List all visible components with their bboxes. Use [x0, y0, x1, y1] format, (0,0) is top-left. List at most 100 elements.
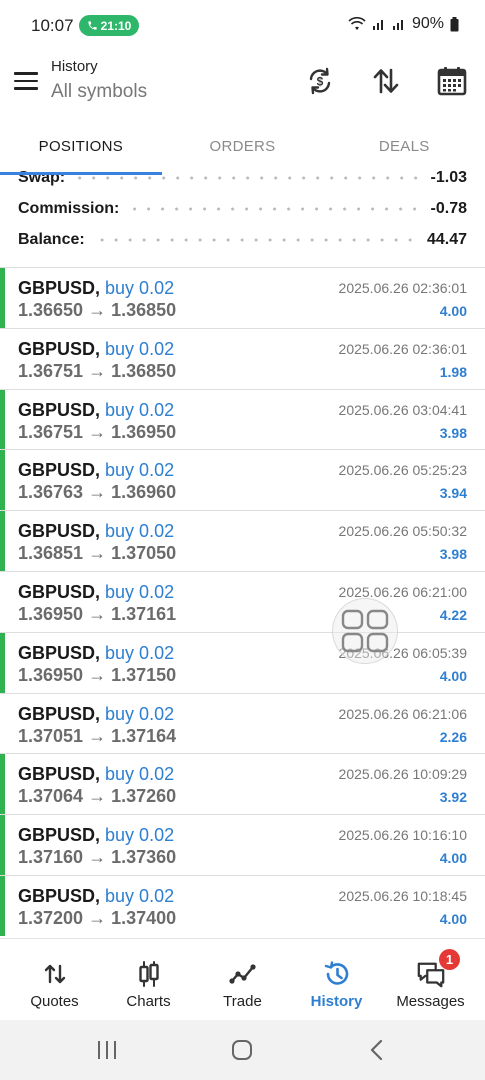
floating-apps-button[interactable]	[332, 598, 398, 664]
position-profit: 3.92	[439, 789, 467, 806]
nav-charts[interactable]: Charts	[100, 939, 197, 1021]
history-tabs: POSITIONS ORDERS DEALS	[0, 130, 485, 174]
symbol-filter[interactable]: All symbols	[51, 81, 147, 103]
summary-label: Commission:	[18, 200, 120, 217]
status-bar: 10:07 21:10 90%	[0, 0, 485, 52]
battery-percent: 90%	[411, 15, 444, 32]
position-title: GBPUSD, buy 0.02	[18, 764, 174, 785]
position-symbol: GBPUSD,	[18, 764, 101, 785]
position-prices: 1.36650 → 1.36850	[18, 300, 177, 320]
position-symbol: GBPUSD,	[18, 399, 101, 420]
position-title: GBPUSD, buy 0.02	[18, 704, 174, 725]
position-profit: 4.00	[439, 303, 467, 319]
position-title: GBPUSD, buy 0.02	[18, 460, 174, 481]
position-row[interactable]: GBPUSD, buy 0.02 1.36751 → 1.36950 2025.06…	[0, 388, 485, 450]
recents-icon	[98, 1041, 116, 1059]
nav-history[interactable]: History	[288, 939, 385, 1021]
signal-icon	[372, 20, 383, 30]
position-prices: 1.36751 → 1.36950	[18, 421, 177, 442]
position-prices: 1.36950 → 1.37150	[18, 664, 177, 685]
position-row[interactable]: GBPUSD, buy 0.02 1.36751 → 1.36850 2025.06…	[0, 327, 485, 389]
position-symbol: GBPUSD,	[18, 703, 101, 724]
position-row[interactable]: GBPUSD, buy 0.02 1.37051 → 1.37164 2025.06…	[0, 692, 485, 754]
calendar-icon	[437, 67, 467, 96]
summary-value: -1.03	[430, 170, 467, 186]
position-row[interactable]: GBPUSD, buy 0.02 1.36950 → 1.37150 2025.06…	[0, 631, 485, 693]
tab-positions[interactable]: POSITIONS	[0, 130, 162, 174]
quotes-icon	[40, 959, 70, 989]
position-profit: 3.98	[439, 546, 467, 563]
position-prices: 1.37064 → 1.37260	[18, 786, 177, 807]
summary-value: 44.47	[426, 231, 467, 248]
position-title: GBPUSD, buy 0.02	[18, 643, 174, 664]
sort-icon	[373, 68, 399, 94]
position-time: 2025.06.26 03:04:41	[338, 401, 467, 418]
position-row[interactable]: GBPUSD, buy 0.02 1.37160 → 1.37360 2025.06…	[0, 814, 485, 875]
position-profit: 1.98	[439, 363, 467, 380]
position-time: 2025.06.26 10:09:29	[338, 766, 467, 783]
position-title: GBPUSD, buy 0.02	[18, 521, 174, 542]
active-tab-indicator	[0, 172, 162, 175]
nav-label: Trade	[223, 993, 262, 1010]
position-direction: buy 0.02	[105, 885, 175, 906]
nav-label: Charts	[126, 993, 171, 1010]
position-row[interactable]: GBPUSD, buy 0.02 1.36851 → 1.37050 2025.06…	[0, 510, 485, 571]
position-title: GBPUSD, buy 0.02	[18, 339, 174, 360]
position-row[interactable]: GBPUSD, buy 0.02 1.36950 → 1.37161 2025.06…	[0, 570, 485, 632]
position-symbol: GBPUSD,	[18, 278, 101, 298]
position-profit: 3.98	[439, 424, 467, 441]
home-button[interactable]	[229, 1038, 255, 1062]
trade-icon	[228, 959, 258, 989]
sort-button[interactable]	[369, 64, 403, 98]
position-profit: 4.00	[439, 850, 467, 867]
position-profit: 2.26	[439, 728, 467, 745]
history-icon	[322, 959, 352, 989]
currency-exchange-icon: $	[309, 67, 331, 95]
position-time: 2025.06.26 02:36:01	[338, 280, 467, 296]
currency-filter-button[interactable]: $	[303, 64, 337, 98]
position-time: 2025.06.26 06:21:06	[338, 705, 467, 722]
position-symbol: GBPUSD,	[18, 885, 101, 906]
tab-deals[interactable]: DEALS	[323, 130, 485, 174]
position-title: GBPUSD, buy 0.02	[18, 278, 174, 299]
position-direction: buy 0.02	[105, 338, 175, 359]
position-profit: 4.22	[439, 606, 467, 623]
back-button[interactable]	[364, 1038, 390, 1062]
position-title: GBPUSD, buy 0.02	[18, 825, 174, 846]
position-prices: 1.36950 → 1.37161	[18, 603, 177, 624]
position-row[interactable]: GBPUSD, buy 0.02 1.37200 → 1.37400 2025.06…	[0, 874, 485, 936]
battery-icon	[450, 16, 459, 31]
position-direction: buy 0.02	[105, 703, 175, 724]
call-timer: 21:10	[100, 18, 132, 33]
nav-label: Messages	[396, 993, 465, 1010]
wifi-icon	[348, 17, 366, 30]
position-profit: 3.94	[439, 485, 467, 502]
position-row[interactable]: GBPUSD, buy 0.02 1.37064 → 1.37260 2025.06…	[0, 753, 485, 814]
calendar-button[interactable]	[435, 64, 469, 98]
nav-label: History	[310, 993, 363, 1010]
nav-messages[interactable]: 1 Messages	[382, 939, 479, 1021]
home-icon	[232, 1040, 252, 1060]
position-row[interactable]: GBPUSD, buy 0.02 1.36763 → 1.36960 2025.06…	[0, 449, 485, 510]
nav-trade[interactable]: Trade	[194, 939, 291, 1021]
position-symbol: GBPUSD,	[18, 581, 101, 602]
position-symbol: GBPUSD,	[18, 642, 101, 663]
position-title: GBPUSD, buy 0.02	[18, 400, 174, 421]
position-title: GBPUSD, buy 0.02	[18, 886, 174, 907]
position-symbol: GBPUSD,	[18, 521, 101, 542]
position-row[interactable]: GBPUSD, buy 0.02 1.36650 → 1.36850 2025.06…	[0, 267, 485, 328]
position-time: 2025.06.26 10:18:45	[338, 887, 467, 904]
nav-quotes[interactable]: Quotes	[6, 939, 103, 1021]
page-title: History	[51, 58, 98, 75]
svg-text:$: $	[317, 75, 324, 89]
tab-orders[interactable]: ORDERS	[162, 130, 324, 174]
menu-icon[interactable]	[14, 72, 38, 90]
position-direction: buy 0.02	[105, 399, 175, 420]
position-symbol: GBPUSD,	[18, 460, 101, 481]
recents-button[interactable]	[94, 1038, 120, 1062]
nav-label: Quotes	[30, 993, 79, 1010]
position-symbol: GBPUSD,	[18, 338, 101, 359]
call-pill[interactable]: 21:10	[79, 15, 139, 36]
position-list: GBPUSD, buy 0.02 1.36650 → 1.36850 2025.06…	[0, 267, 485, 936]
system-nav-bar	[0, 1020, 485, 1080]
